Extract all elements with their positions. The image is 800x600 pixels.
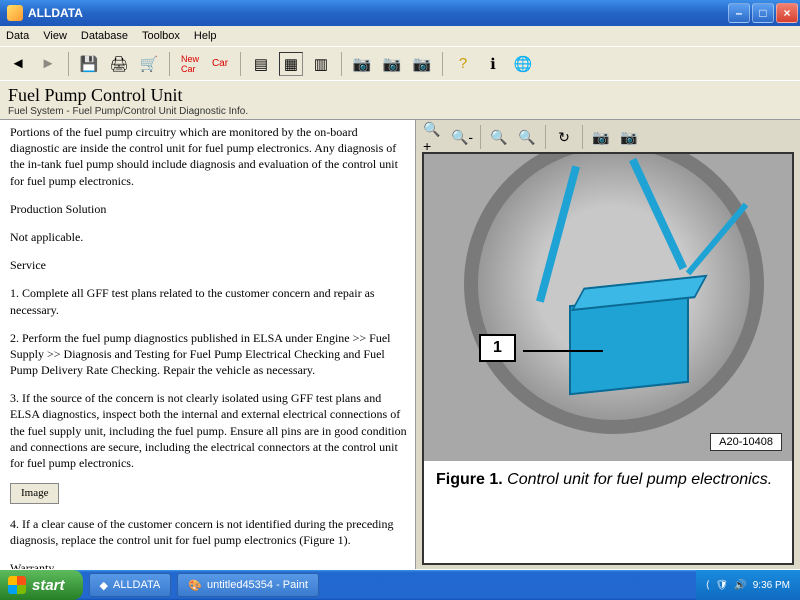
tray-icon[interactable]: ⟨ bbox=[706, 580, 710, 591]
camera1-button[interactable]: 📷 bbox=[350, 52, 374, 76]
forward-button[interactable]: ► bbox=[36, 52, 60, 76]
intro-text: Portions of the fuel pump circuitry whic… bbox=[10, 124, 407, 189]
document-header: Fuel Pump Control Unit Fuel System - Fue… bbox=[0, 80, 800, 119]
car-button[interactable]: Car bbox=[208, 52, 232, 76]
figure-caption: Figure 1. Control unit for fuel pump ele… bbox=[424, 461, 792, 499]
menu-toolbox[interactable]: Toolbox bbox=[142, 30, 180, 42]
step-2: 2. Perform the fuel pump diagnostics pub… bbox=[10, 330, 407, 379]
print-button[interactable]: 🖨 bbox=[107, 52, 131, 76]
globe-button[interactable]: 🌐 bbox=[511, 52, 535, 76]
menu-database[interactable]: Database bbox=[81, 30, 128, 42]
zoom-in-button[interactable]: 🔍+ bbox=[422, 126, 446, 148]
heading-production: Production Solution bbox=[10, 201, 407, 217]
layout-right-button[interactable]: ▥ bbox=[309, 52, 333, 76]
content-area: Portions of the fuel pump circuitry whic… bbox=[0, 119, 800, 569]
figure-container: 1 A20-10408 Figure 1. Control unit for f… bbox=[422, 152, 794, 565]
back-button[interactable]: ◄ bbox=[6, 52, 30, 76]
image-button[interactable]: Image bbox=[10, 483, 59, 504]
paint-icon: 🎨 bbox=[188, 579, 202, 592]
image-pane: 🔍+ 🔍- 🔍 🔍 ↻ 📷 📷 1 A20-10408 Figure 1. bbox=[415, 120, 800, 569]
tray-shield-icon[interactable]: 🛡 bbox=[716, 580, 729, 591]
step-1: 1. Complete all GFF test plans related t… bbox=[10, 285, 407, 317]
window-title: ALLDATA bbox=[28, 6, 728, 20]
windows-logo-icon bbox=[8, 576, 26, 594]
production-text: Not applicable. bbox=[10, 229, 407, 245]
maximize-button[interactable]: □ bbox=[752, 3, 774, 23]
app-icon bbox=[7, 5, 23, 21]
rotate-button[interactable]: ↻ bbox=[552, 126, 576, 148]
diagram-image: 1 A20-10408 bbox=[424, 154, 792, 461]
taskbar-item-alldata[interactable]: ◆ ALLDATA bbox=[89, 573, 172, 597]
menu-data[interactable]: Data bbox=[6, 30, 29, 42]
taskbar: start ◆ ALLDATA 🎨 untitled45354 - Paint … bbox=[0, 570, 800, 600]
save-button[interactable]: 💾 bbox=[77, 52, 101, 76]
img-cam1-button[interactable]: 📷 bbox=[589, 126, 613, 148]
zoom-out-button[interactable]: 🔍- bbox=[450, 126, 474, 148]
caption-bold: Figure 1. bbox=[436, 471, 503, 488]
camera3-button[interactable]: 📷 bbox=[410, 52, 434, 76]
layout-split-button[interactable]: ▦ bbox=[279, 52, 303, 76]
window-titlebar: ALLDATA – □ × bbox=[0, 0, 800, 26]
help-button[interactable]: ? bbox=[451, 52, 475, 76]
minimize-button[interactable]: – bbox=[728, 3, 750, 23]
step-3: 3. If the source of the concern is not c… bbox=[10, 390, 407, 471]
menu-help[interactable]: Help bbox=[194, 30, 217, 42]
menu-view[interactable]: View bbox=[43, 30, 67, 42]
main-toolbar: ◄ ► 💾 🖨 🛒 NewCar Car ▤ ▦ ▥ 📷 📷 📷 ? ℹ 🌐 bbox=[0, 46, 800, 80]
clock[interactable]: 9:36 PM bbox=[753, 580, 790, 591]
newcar-button[interactable]: NewCar bbox=[178, 52, 202, 76]
caption-text: Control unit for fuel pump electronics. bbox=[507, 471, 772, 488]
app-small-icon: ◆ bbox=[100, 579, 108, 592]
order-button[interactable]: 🛒 bbox=[137, 52, 161, 76]
start-button[interactable]: start bbox=[0, 570, 83, 600]
fit-button[interactable]: 🔍 bbox=[515, 126, 539, 148]
layout-left-button[interactable]: ▤ bbox=[249, 52, 273, 76]
info-button[interactable]: ℹ bbox=[481, 52, 505, 76]
image-toolbar: 🔍+ 🔍- 🔍 🔍 ↻ 📷 📷 bbox=[422, 124, 794, 150]
text-pane[interactable]: Portions of the fuel pump circuitry whic… bbox=[0, 120, 415, 569]
breadcrumb: Fuel System - Fuel Pump/Control Unit Dia… bbox=[8, 106, 792, 117]
tray-vol-icon[interactable]: 🔊 bbox=[734, 580, 746, 591]
heading-service: Service bbox=[10, 257, 407, 273]
camera2-button[interactable]: 📷 bbox=[380, 52, 404, 76]
page-title: Fuel Pump Control Unit bbox=[8, 85, 792, 106]
step-4: 4. If a clear cause of the customer conc… bbox=[10, 516, 407, 548]
taskbar-item-paint[interactable]: 🎨 untitled45354 - Paint bbox=[177, 573, 319, 597]
menu-bar: Data View Database Toolbox Help bbox=[0, 26, 800, 46]
heading-warranty: Warranty bbox=[10, 560, 407, 569]
img-cam2-button[interactable]: 📷 bbox=[617, 126, 641, 148]
system-tray[interactable]: ⟨ 🛡 🔊 9:36 PM bbox=[696, 570, 800, 600]
close-button[interactable]: × bbox=[776, 3, 798, 23]
zoom-area-button[interactable]: 🔍 bbox=[487, 126, 511, 148]
callout-label: 1 bbox=[479, 334, 516, 362]
figure-reference: A20-10408 bbox=[710, 433, 782, 451]
